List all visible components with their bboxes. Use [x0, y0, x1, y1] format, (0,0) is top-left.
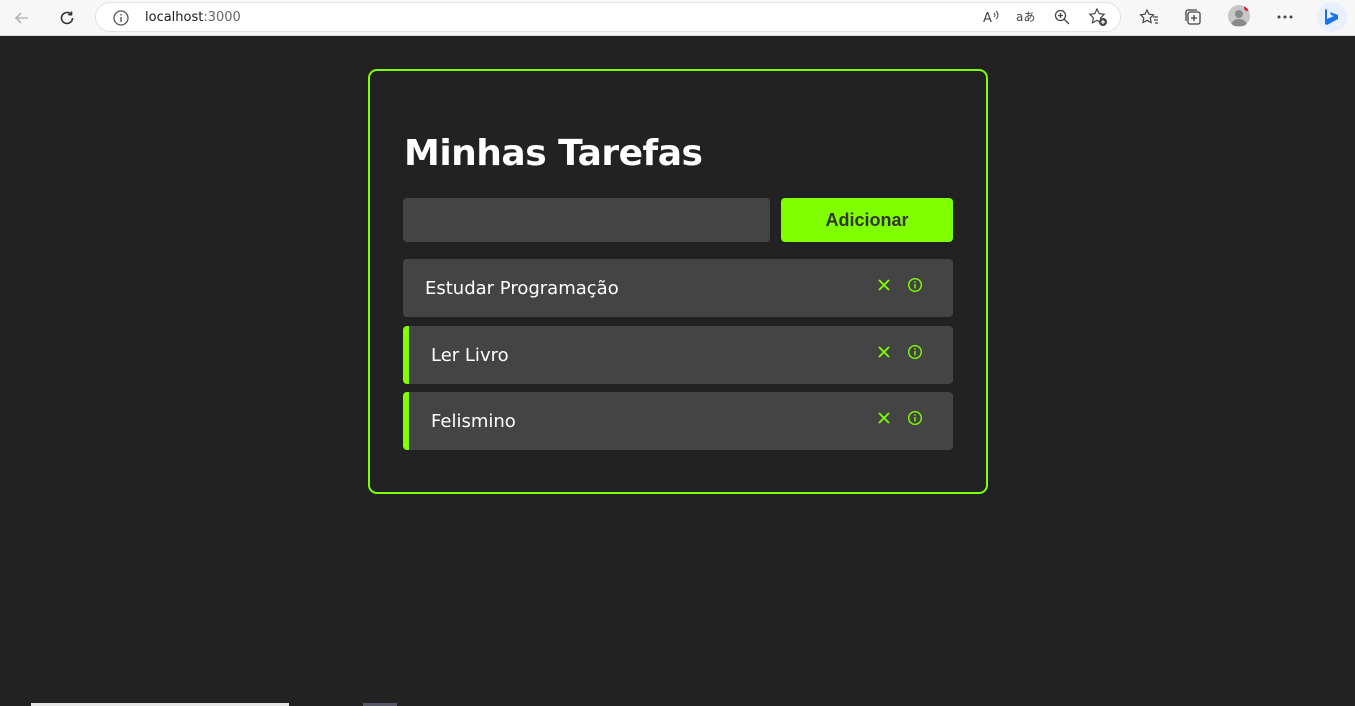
refresh-icon [60, 11, 74, 25]
task-item-completed[interactable]: Ler Livro [403, 326, 953, 384]
read-aloud-icon[interactable]: A [980, 6, 1002, 28]
svg-text:A: A [983, 11, 992, 26]
close-icon [878, 412, 890, 424]
tasks-card: Minhas Tarefas Adicionar Estudar Program… [368, 69, 988, 494]
add-task-button[interactable]: Adicionar [781, 198, 953, 242]
url-text: localhost:3000 [145, 10, 241, 25]
remove-task-button[interactable] [876, 344, 892, 360]
task-input[interactable] [403, 198, 770, 242]
translate-icon[interactable]: aあ [1015, 6, 1037, 28]
task-details-button[interactable] [907, 344, 923, 360]
info-icon [907, 410, 923, 426]
task-details-button[interactable] [907, 410, 923, 426]
more-icon[interactable] [1274, 6, 1296, 28]
task-details-button[interactable] [907, 277, 923, 293]
task-title[interactable]: Felismino [431, 411, 516, 432]
url-host: localhost [145, 10, 204, 25]
address-bar[interactable]: localhost:3000 [95, 2, 1121, 32]
page-title: Minhas Tarefas [404, 133, 703, 174]
add-favorite-icon[interactable] [1087, 6, 1109, 28]
favorites-icon[interactable] [1138, 6, 1160, 28]
url-port: :3000 [203, 10, 241, 25]
collections-icon[interactable] [1182, 6, 1204, 28]
back-icon [14, 12, 28, 24]
task-item-completed[interactable]: Felismino [403, 392, 953, 450]
bing-button[interactable] [1317, 2, 1347, 32]
back-button[interactable] [8, 4, 36, 32]
browser-toolbar: localhost:3000 A aあ [0, 0, 1355, 36]
bing-icon [1325, 9, 1338, 25]
refresh-button[interactable] [53, 4, 81, 32]
close-icon [878, 279, 890, 291]
info-icon [907, 277, 923, 293]
site-info-icon[interactable] [112, 9, 130, 27]
notification-dot [1244, 5, 1250, 11]
profile-avatar[interactable] [1228, 5, 1250, 27]
task-title[interactable]: Ler Livro [431, 345, 509, 366]
info-icon [907, 344, 923, 360]
svg-text:aあ: aあ [1016, 10, 1035, 24]
close-icon [878, 346, 890, 358]
remove-task-button[interactable] [876, 277, 892, 293]
zoom-icon[interactable] [1051, 6, 1073, 28]
remove-task-button[interactable] [876, 410, 892, 426]
task-item[interactable]: Estudar Programação [403, 259, 953, 317]
task-title[interactable]: Estudar Programação [425, 278, 619, 299]
